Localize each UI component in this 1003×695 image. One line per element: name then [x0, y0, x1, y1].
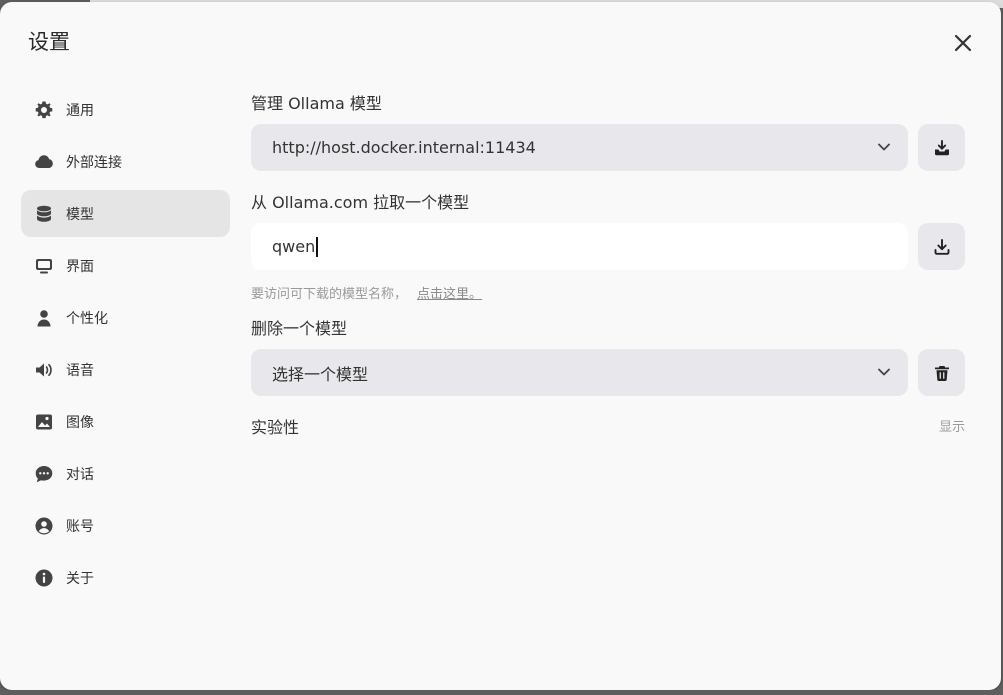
text-caret	[316, 236, 318, 257]
pull-model-label: 从 Ollama.com 拉取一个模型	[251, 193, 470, 212]
sidebar-item-general[interactable]: 通用	[21, 86, 230, 133]
sidebar-item-chats[interactable]: 对话	[21, 450, 230, 497]
sidebar-item-label: 界面	[66, 258, 94, 275]
sidebar-item-label: 账号	[66, 518, 94, 535]
download-tray-icon	[934, 139, 949, 155]
settings-dialog: 设置 通用 外部连接 模型 界面 个性化 语音 图像 对话 账号 关于 管理 O…	[0, 2, 1001, 690]
manage-models-label: 管理 Ollama 模型	[251, 94, 382, 113]
bottom-edge	[0, 690, 1003, 695]
experimental-show-toggle[interactable]: 显示	[939, 416, 965, 435]
ollama-url-value: http://host.docker.internal:11434	[272, 138, 536, 157]
sidebar-item-interface[interactable]: 界面	[21, 242, 230, 289]
update-models-button[interactable]	[918, 124, 965, 171]
close-icon	[954, 34, 972, 52]
pull-model-button[interactable]	[918, 223, 965, 270]
dialog-title: 设置	[28, 30, 70, 54]
user-icon	[34, 308, 54, 328]
experimental-label: 实验性	[251, 418, 300, 437]
download-icon	[934, 238, 949, 255]
chat-icon	[34, 464, 54, 484]
sidebar-item-audio[interactable]: 语音	[21, 346, 230, 393]
chevron-down-icon	[878, 368, 890, 376]
sidebar-item-about[interactable]: 关于	[21, 554, 230, 601]
model-library-link[interactable]: 点击这里。	[417, 287, 482, 302]
sidebar-item-label: 通用	[66, 102, 94, 119]
account-icon	[34, 516, 54, 536]
sidebar-item-label: 对话	[66, 466, 94, 483]
sidebar-item-label: 图像	[66, 414, 94, 431]
image-icon	[34, 412, 54, 432]
delete-model-select[interactable]: 选择一个模型	[251, 349, 908, 396]
sidebar-item-label: 关于	[66, 570, 94, 587]
speaker-icon	[34, 360, 54, 380]
sidebar-item-personalization[interactable]: 个性化	[21, 294, 230, 341]
trash-icon	[934, 365, 949, 381]
delete-model-button[interactable]	[918, 349, 965, 396]
sidebar-item-connections[interactable]: 外部连接	[21, 138, 230, 185]
sidebar-item-label: 个性化	[66, 310, 108, 327]
sidebar-item-images[interactable]: 图像	[21, 398, 230, 445]
pull-model-hint-text: 要访问可下载的模型名称，	[251, 287, 408, 302]
monitor-icon	[34, 256, 54, 276]
settings-sidebar: 通用 外部连接 模型 界面 个性化 语音 图像 对话 账号 关于	[21, 86, 230, 606]
pull-model-input[interactable]: qwen	[251, 223, 908, 270]
sidebar-item-label: 语音	[66, 362, 94, 379]
delete-model-label: 删除一个模型	[251, 319, 348, 338]
close-button[interactable]	[950, 30, 976, 56]
pull-model-hint: 要访问可下载的模型名称， 点击这里。	[251, 283, 482, 302]
database-icon	[34, 204, 54, 224]
pull-model-value: qwen	[272, 237, 316, 256]
sidebar-item-label: 模型	[66, 206, 94, 223]
delete-model-placeholder: 选择一个模型	[272, 364, 369, 384]
sidebar-item-label: 外部连接	[66, 154, 122, 171]
info-icon	[34, 568, 54, 588]
chevron-down-icon	[878, 143, 890, 151]
ollama-url-select[interactable]: http://host.docker.internal:11434	[251, 124, 908, 171]
sidebar-item-models[interactable]: 模型	[21, 190, 230, 237]
cloud-icon	[34, 152, 54, 172]
gear-icon	[34, 100, 54, 120]
sidebar-item-account[interactable]: 账号	[21, 502, 230, 549]
